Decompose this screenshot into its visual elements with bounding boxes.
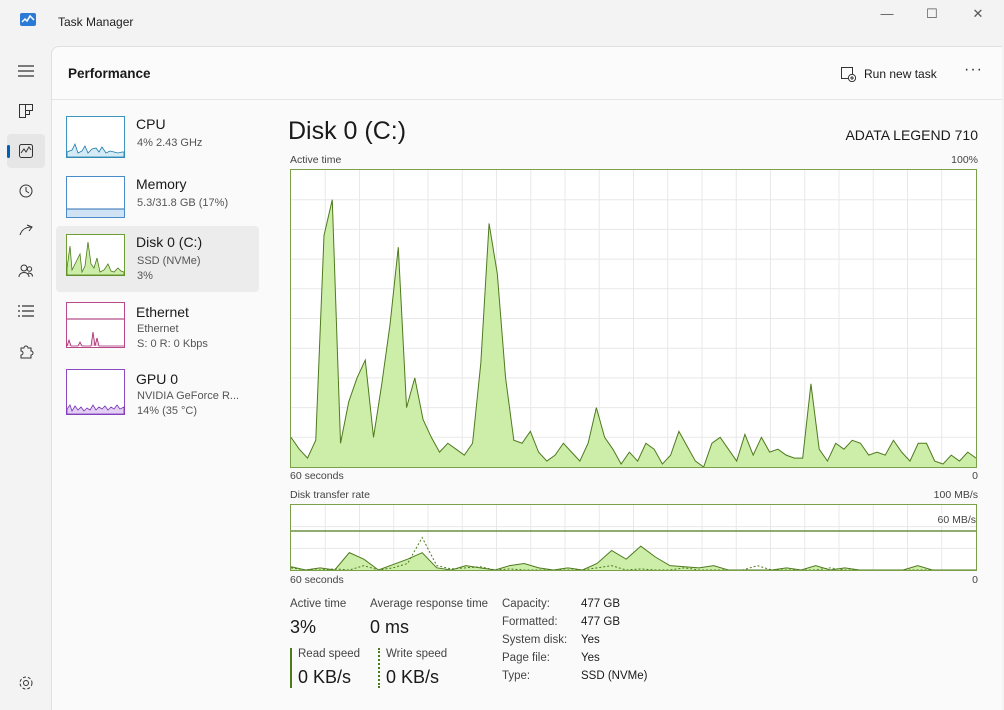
resource-throughput: S: 0 R: 0 Kbps (137, 338, 208, 350)
resource-disk-0[interactable]: Disk 0 (C:) SSD (NVMe) 3% (56, 226, 259, 292)
active-time-x-left: 60 seconds (290, 470, 344, 482)
transfer-rate-graph-label: Disk transfer rate (290, 489, 370, 501)
transfer-rate-graph (290, 504, 977, 571)
active-time-stat-label: Active time (290, 598, 347, 610)
nav-details[interactable] (7, 294, 45, 328)
page-file-value: Yes (581, 652, 600, 664)
active-time-x-right: 0 (972, 470, 978, 482)
hamburger-menu-button[interactable] (7, 54, 45, 88)
resource-name: Disk 0 (C:) (136, 234, 203, 250)
active-time-stat-value: 3% (290, 617, 317, 637)
window-title: Task Manager (58, 15, 134, 29)
resource-detail: 5.3/31.8 GB (17%) (137, 197, 229, 209)
write-speed-bar (378, 648, 380, 688)
resource-detail: SSD (NVMe) (137, 255, 201, 267)
task-manager-app-icon (20, 13, 36, 26)
settings-gear-icon (19, 676, 33, 690)
performance-icon (19, 144, 33, 158)
resource-usage: 14% (35 °C) (137, 405, 198, 417)
run-new-task-label: Run new task (864, 67, 937, 81)
disk-title: Disk 0 (C:) (288, 117, 407, 145)
details-list-icon (18, 305, 34, 317)
startup-icon (19, 224, 33, 236)
resource-detail: NVIDIA GeForce R... (137, 390, 240, 402)
avg-response-stat-label: Average response time (370, 598, 489, 610)
minimize-button[interactable]: — (873, 4, 901, 24)
avg-response-stat-value: 0 ms (370, 617, 410, 637)
resource-ethernet[interactable]: Ethernet Ethernet S: 0 R: 0 Kbps (56, 296, 259, 360)
close-button[interactable]: ✕ (964, 4, 992, 24)
services-puzzle-icon (20, 345, 34, 359)
maximize-button[interactable]: ☐ (918, 4, 946, 24)
more-options-button[interactable]: ··· (964, 61, 983, 79)
capacity-key: Capacity: (502, 598, 550, 610)
read-speed-bar (290, 648, 292, 688)
memory-thumbnail (66, 176, 125, 218)
nav-performance[interactable] (7, 134, 45, 168)
gpu-thumbnail (66, 369, 125, 415)
processes-icon (19, 104, 33, 118)
resource-name: Memory (136, 176, 187, 192)
resource-usage: 3% (137, 270, 153, 282)
system-disk-key: System disk: (502, 634, 568, 646)
system-disk-value: Yes (581, 634, 600, 646)
transfer-rate-mid-label: 60 MB/s (937, 514, 976, 526)
active-time-graph (290, 169, 977, 468)
transfer-rate-max-label: 100 MB/s (933, 489, 978, 501)
disk-thumbnail (66, 234, 125, 276)
navigation-rail (0, 46, 50, 709)
formatted-value: 477 GB (581, 616, 620, 628)
cpu-thumbnail (66, 116, 125, 158)
write-speed-label: Write speed (386, 648, 448, 660)
formatted-key: Formatted: (502, 616, 558, 628)
active-time-graph-label: Active time (290, 154, 342, 166)
nav-services[interactable] (7, 334, 45, 368)
capacity-value: 477 GB (581, 598, 620, 610)
main-content: Performance Run new task ··· CPU 4% 2.43… (51, 46, 1002, 710)
nav-users[interactable] (7, 254, 45, 288)
resource-cpu[interactable]: CPU 4% 2.43 GHz (56, 110, 259, 174)
type-key: Type: (502, 670, 531, 682)
read-speed-label: Read speed (298, 648, 361, 660)
nav-startup-apps[interactable] (7, 214, 45, 248)
ethernet-thumbnail (66, 302, 125, 348)
type-value: SSD (NVMe) (581, 670, 648, 682)
users-icon (18, 264, 33, 278)
resource-detail: 4% 2.43 GHz (137, 137, 203, 149)
resource-name: CPU (136, 116, 166, 132)
hamburger-icon (18, 65, 34, 77)
run-new-task-button[interactable]: Run new task (840, 63, 937, 85)
transfer-rate-x-right: 0 (972, 574, 978, 586)
selected-indicator (7, 145, 10, 158)
active-time-max-label: 100% (951, 154, 978, 166)
resource-memory[interactable]: Memory 5.3/31.8 GB (17%) (56, 170, 259, 234)
history-icon (19, 184, 33, 198)
nav-settings[interactable] (7, 666, 45, 700)
read-speed-value: 0 KB/s (298, 667, 352, 687)
page-file-key: Page file: (502, 652, 550, 664)
run-task-icon (841, 67, 856, 82)
resource-name: GPU 0 (136, 371, 179, 387)
title-bar: Task Manager — ☐ ✕ (0, 0, 1004, 46)
page-header: Performance Run new task ··· (52, 47, 1002, 100)
page-title: Performance (68, 66, 151, 81)
resource-name: Ethernet (136, 304, 189, 320)
resource-detail: Ethernet (137, 323, 179, 335)
transfer-rate-x-left: 60 seconds (290, 574, 344, 586)
resource-gpu-0[interactable]: GPU 0 NVIDIA GeForce R... 14% (35 °C) (56, 363, 259, 427)
disk-model: ADATA LEGEND 710 (845, 127, 978, 143)
nav-app-history[interactable] (7, 174, 45, 208)
write-speed-value: 0 KB/s (386, 667, 440, 687)
nav-processes[interactable] (7, 94, 45, 128)
